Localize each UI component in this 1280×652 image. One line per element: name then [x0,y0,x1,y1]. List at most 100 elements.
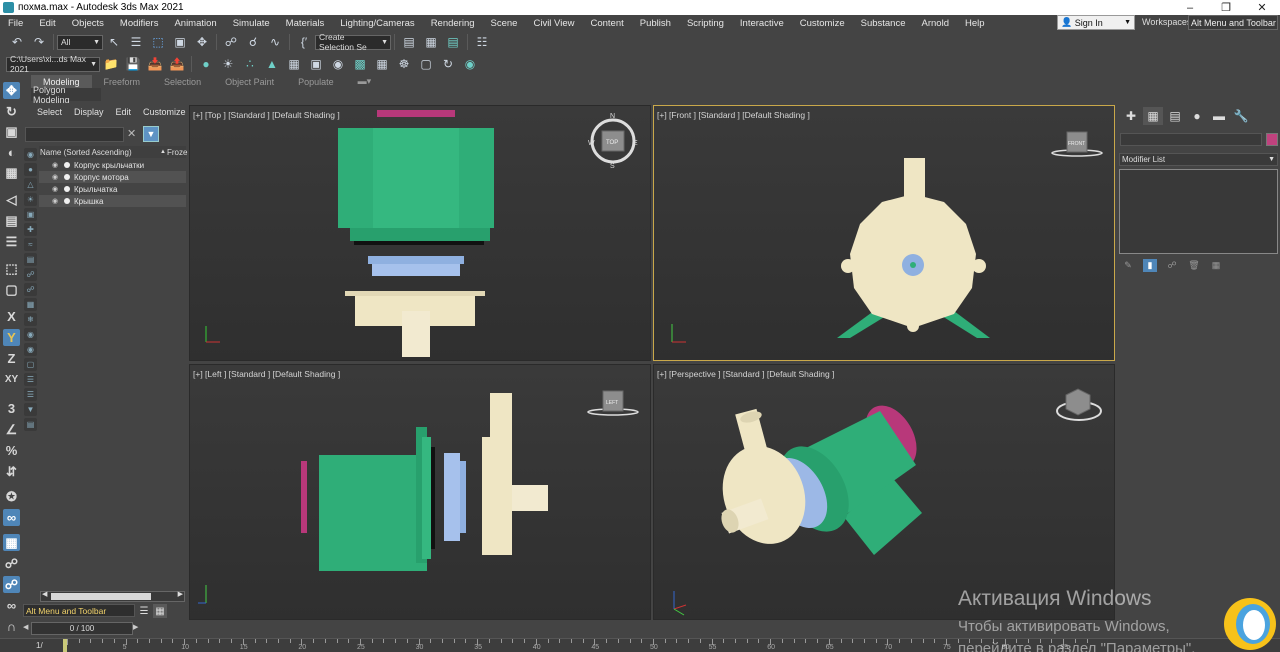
shapes-filter-icon[interactable]: △ [24,178,37,191]
schematic-view-icon[interactable]: ☷ [473,34,491,50]
layer-explorer-icon[interactable]: ▦ [422,34,440,50]
rotate-tool-icon[interactable]: ↻ [3,103,20,120]
explorer-search-input[interactable] [25,127,124,142]
explorer-settings-icon[interactable]: ▦ [153,604,167,618]
display-tab-icon[interactable]: ▬ [1209,107,1229,125]
menu-simulate[interactable]: Simulate [225,18,278,29]
open-file-icon[interactable]: 📁 [102,56,120,72]
magnet-icon[interactable]: ∩ [3,618,20,635]
lights-filter-icon[interactable]: ☀ [24,193,37,206]
bind-tool-icon[interactable]: ☍ [3,576,20,593]
ribbon-toggle-icon[interactable]: ▤ [444,34,462,50]
grid-icon[interactable]: ▦ [285,56,303,72]
array-tool-icon[interactable]: ☰ [3,233,20,250]
link-icon[interactable]: ☍ [222,34,240,50]
invert-filter-icon[interactable]: ☰ [24,373,37,386]
import-icon[interactable]: 📥 [146,56,164,72]
scroll-right-icon[interactable]: ▶ [178,590,183,598]
menu-scripting[interactable]: Scripting [679,18,732,29]
menu-interactive[interactable]: Interactive [732,18,792,29]
viewport-icon[interactable]: ▦ [373,56,391,72]
restore-icon[interactable]: ❐ [1208,0,1244,15]
helpers-filter-icon[interactable]: ✚ [24,223,37,236]
close-icon[interactable]: ✕ [1244,0,1280,15]
spacewarps-filter-icon[interactable]: ≈ [24,238,37,251]
edit-named-selection-icon[interactable]: {′ [295,34,313,50]
menu-materials[interactable]: Materials [278,18,333,29]
named-sets-icon[interactable]: ▦ [3,534,20,551]
make-unique-icon[interactable]: ☍ [1165,259,1179,272]
filter-icon[interactable]: ▼ [143,126,159,142]
funnel-icon[interactable]: ▼ [24,403,37,416]
view-cube[interactable] [1065,388,1091,416]
groups-filter-icon[interactable]: ▤ [24,253,37,266]
utilities-tab-icon[interactable]: 🔧 [1231,107,1251,125]
frame-buffer-icon[interactable]: ▢ [417,56,435,72]
viewport-label-front[interactable]: [+] [Front ] [Standard ] [Default Shadin… [657,110,810,120]
display-all-icon[interactable]: ◉ [24,148,37,161]
menu-animation[interactable]: Animation [166,18,224,29]
percent-snap-icon[interactable]: % [3,442,20,459]
polygon-modeling-panel[interactable]: Polygon Modeling [31,85,101,105]
cameras-filter-icon[interactable]: ▣ [24,208,37,221]
eye-icon[interactable]: ◉ [52,197,62,205]
paint-select-icon[interactable]: ▢ [3,281,20,298]
key-filter-icon[interactable]: 1/ [36,641,43,650]
explorer-tab-select[interactable]: Select [31,107,68,117]
axis-xy-icon[interactable]: XY [3,371,20,388]
list-item[interactable]: ◉ Корпус мотора [39,171,186,183]
scroll-left-icon[interactable]: ◀ [42,590,47,598]
menu-file[interactable]: File [0,18,31,29]
modifier-list-select[interactable]: Modifier List ▼ [1119,153,1278,166]
select-object-icon[interactable]: ↖ [105,34,123,50]
render-setup-icon[interactable]: ▩ [351,56,369,72]
hierarchy-icon[interactable]: ☰ [24,388,37,401]
prev-frame-icon[interactable]: ◀ [23,623,28,631]
workspace-selector[interactable]: Alt Menu and Toolbar [23,604,135,617]
geometry-filter-icon[interactable]: ● [24,163,37,176]
render-frame-icon[interactable]: ▣ [307,56,325,72]
explorer-column-header[interactable]: Name (Sorted Ascending) ▲ Froze [39,146,187,158]
show-end-result-icon[interactable]: ▮ [1143,259,1157,272]
pivot-icon[interactable]: ✪ [3,488,20,505]
viewport-front[interactable]: FRONT [+] [Front ] [Standard ] [Default … [653,105,1115,361]
bind-space-warp-icon[interactable]: ∿ [266,34,284,50]
export-icon[interactable]: 📤 [168,56,186,72]
align-tool-icon[interactable]: ▤ [3,212,20,229]
menu-content[interactable]: Content [582,18,631,29]
explorer-scrollbar[interactable]: ◀ ▶ [40,591,185,602]
viewport-perspective[interactable]: [+] [Perspective ] [Standard ] [Default … [653,364,1115,620]
scrollbar-thumb[interactable] [51,593,151,600]
save-file-icon[interactable]: 💾 [124,56,142,72]
particles-icon[interactable]: ∴ [241,56,259,72]
isolate-icon[interactable]: ∞ [3,509,20,526]
sign-in-dropdown[interactable]: 👤 Sign In ▼ [1057,15,1135,30]
configure-sets-icon[interactable]: ▦ [1209,259,1223,272]
select-move-tool-icon[interactable]: ✥ [3,82,20,99]
motion-tab-icon[interactable]: ● [1187,107,1207,125]
select-by-name-icon[interactable]: ☰ [127,34,145,50]
viewport-label-left[interactable]: [+] [Left ] [Standard ] [Default Shading… [193,369,340,379]
object-color-swatch[interactable] [1266,133,1278,146]
window-crossing-icon[interactable]: ▣ [171,34,189,50]
mirror-tool-icon[interactable]: ◁ [3,191,20,208]
next-frame-icon[interactable]: ▶ [133,623,138,631]
eye-icon[interactable]: ◉ [52,185,62,193]
rotate-view-icon[interactable]: ↻ [439,56,457,72]
tab-populate[interactable]: Populate [286,75,346,88]
scene-explorer-icon[interactable]: ▤ [400,34,418,50]
selection-filter-select[interactable]: All ▼ [57,34,103,50]
xrefs-filter-icon[interactable]: ☍ [24,268,37,281]
menu-objects[interactable]: Objects [64,18,112,29]
explorer-tab-customize[interactable]: Customize [137,107,192,117]
redo-icon[interactable]: ↷ [30,34,48,50]
none-filter-icon[interactable]: ▢ [24,358,37,371]
time-slider-thumb[interactable]: 0 / 100 [31,622,133,635]
link-tool-icon[interactable]: ☍ [3,555,20,572]
menu-modifiers[interactable]: Modifiers [112,18,167,29]
menu-civil-view[interactable]: Civil View [525,18,582,29]
bones-filter-icon[interactable]: ☍ [24,283,37,296]
axis-y-icon[interactable]: Y [3,329,20,346]
explorer-tab-display[interactable]: Display [68,107,110,117]
select-move-icon[interactable]: ✥ [193,34,211,50]
